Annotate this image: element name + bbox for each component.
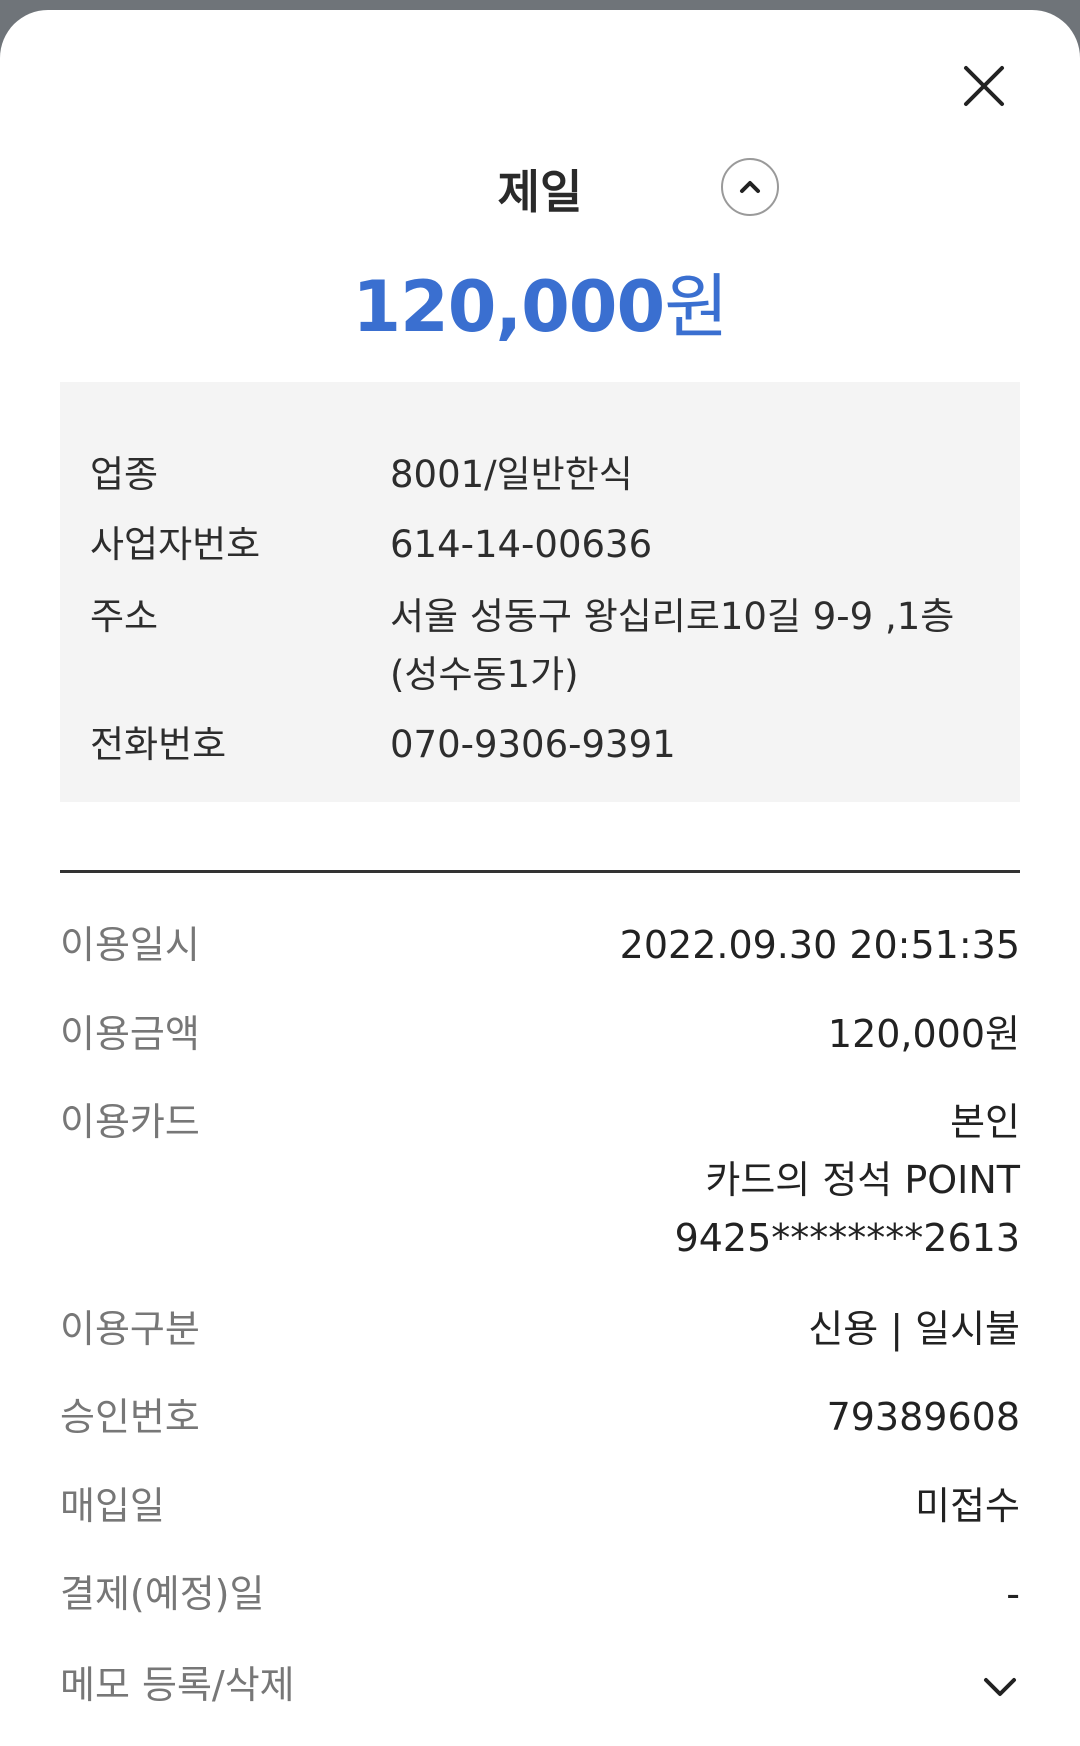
- merchant-info-box: 업종 8001/일반한식 사업자번호 614-14-00636 주소 서울 성동…: [60, 382, 1020, 802]
- info-value: 070-9306-9391: [390, 723, 676, 766]
- detail-usage-card: 이용카드 본인 카드의 정석 POINT 9425********2613: [60, 1093, 1020, 1267]
- chevron-up-icon: [740, 181, 760, 193]
- detail-label: 이용카드: [60, 1100, 200, 1144]
- detail-label: 이용일시: [60, 923, 200, 967]
- close-icon: [964, 66, 1004, 106]
- section-divider: [60, 870, 1020, 873]
- info-row-address: 주소 서울 성동구 왕십리로10길 9-9 ,1층 (성수동1가): [90, 588, 990, 704]
- merchant-name: 제일: [497, 165, 583, 219]
- amount-number: 120,000: [352, 266, 665, 348]
- memo-toggle[interactable]: 메모 등록/삭제: [60, 1656, 1020, 1716]
- info-label: 업종: [90, 453, 159, 496]
- info-value: 8001/일반한식: [390, 453, 633, 496]
- detail-value: -: [1006, 1572, 1020, 1616]
- transaction-detail-sheet: 제일 120,000원 업종 8001/일반한식 사업자번호 614-14-00…: [0, 10, 1080, 1746]
- amount-unit: 원: [664, 266, 728, 348]
- info-value-line2: (성수동1가): [390, 653, 579, 696]
- detail-value: 79389608: [826, 1395, 1020, 1439]
- merchant-header: 제일: [0, 152, 1080, 232]
- chevron-down-icon: [984, 1678, 1016, 1696]
- detail-value: 신용 | 일시불: [808, 1307, 1020, 1351]
- detail-value: 2022.09.30 20:51:35: [619, 923, 1020, 967]
- info-value-line1: 서울 성동구 왕십리로10길 9-9 ,1층: [390, 595, 955, 638]
- card-name: 카드의 정석 POINT: [705, 1158, 1020, 1202]
- card-owner: 본인: [950, 1100, 1020, 1144]
- transaction-amount: 120,000원: [0, 262, 1080, 352]
- detail-label: 결제(예정)일: [60, 1572, 265, 1616]
- close-button[interactable]: [954, 56, 1014, 116]
- detail-label: 이용금액: [60, 1012, 200, 1056]
- card-number: 9425********2613: [674, 1216, 1020, 1260]
- detail-label: 승인번호: [60, 1395, 200, 1439]
- detail-label: 이용구분: [60, 1307, 200, 1351]
- info-value: 614-14-00636: [390, 523, 653, 566]
- detail-value: 120,000원: [827, 1012, 1020, 1056]
- detail-value: 미접수: [915, 1484, 1020, 1528]
- info-label: 전화번호: [90, 723, 227, 766]
- info-label: 주소: [90, 595, 159, 638]
- memo-label: 메모 등록/삭제: [60, 1663, 295, 1707]
- collapse-button[interactable]: [721, 158, 779, 216]
- info-label: 사업자번호: [90, 523, 261, 566]
- detail-label: 매입일: [60, 1484, 165, 1528]
